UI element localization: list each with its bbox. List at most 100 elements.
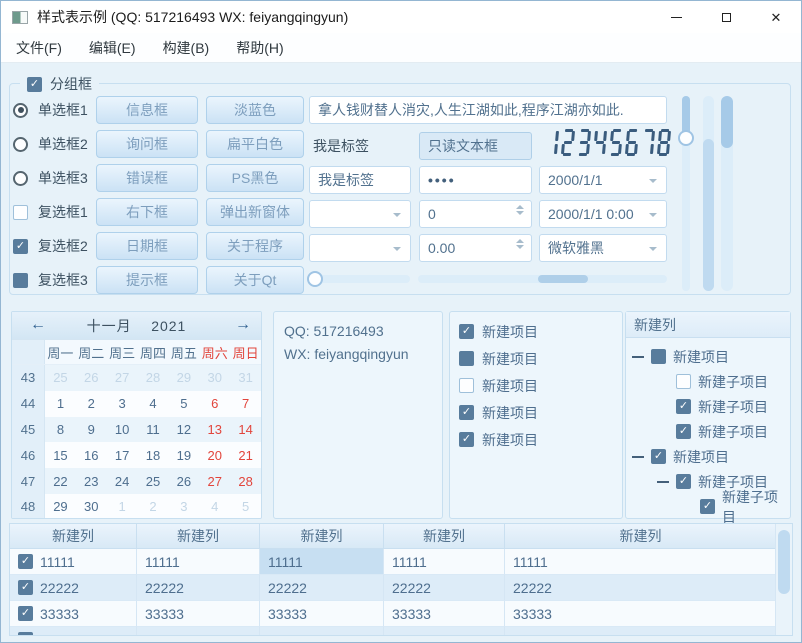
vertical-scrollbar-handle-2[interactable] xyxy=(721,96,733,148)
calendar-day-cell[interactable]: 6 xyxy=(199,391,230,417)
checkbox[interactable] xyxy=(676,474,691,489)
minimize-button[interactable] xyxy=(651,1,701,33)
calendar-day-cell[interactable]: 11 xyxy=(138,417,169,443)
tree-node[interactable]: 新建子项目 xyxy=(626,369,790,394)
calendar-day-cell[interactable]: 28 xyxy=(230,468,261,494)
calendar-day-cell[interactable]: 26 xyxy=(168,468,199,494)
checkbox[interactable] xyxy=(18,580,33,595)
push-button[interactable]: 扁平白色 xyxy=(206,130,304,158)
tree-node[interactable]: 新建项目 xyxy=(626,444,790,469)
calendar-day-cell[interactable]: 3 xyxy=(107,391,138,417)
float-spinbox[interactable]: 0.00 xyxy=(419,234,532,262)
horizontal-slider-handle[interactable] xyxy=(307,271,323,287)
datetime-edit[interactable]: 2000/1/1 0:00 xyxy=(539,200,667,228)
table-cell[interactable]: 22222 xyxy=(137,575,260,601)
calendar-day-cell[interactable]: 13 xyxy=(199,417,230,443)
calendar-day-cell[interactable]: 24 xyxy=(107,468,138,494)
push-button[interactable]: 右下框 xyxy=(96,198,198,226)
table-cell[interactable]: 44444 xyxy=(384,627,505,636)
vertical-scrollbar-handle-1[interactable] xyxy=(703,139,714,291)
table-cell[interactable]: 11111 xyxy=(384,549,505,575)
radio-button[interactable] xyxy=(13,137,28,152)
calendar-day-cell[interactable]: 23 xyxy=(76,468,107,494)
push-button[interactable]: 关于程序 xyxy=(206,232,304,260)
font-combo-box[interactable]: 微软雅黑 xyxy=(539,234,667,262)
collapse-indicator-icon[interactable] xyxy=(632,456,644,458)
push-button[interactable]: 错误框 xyxy=(96,164,198,192)
table-cell[interactable]: 22222 xyxy=(505,575,777,601)
calendar-day-cell[interactable]: 25 xyxy=(45,365,76,391)
push-button[interactable]: 提示框 xyxy=(96,266,198,294)
table-cell[interactable]: 11111 xyxy=(260,549,384,575)
table-cell[interactable]: 44444 xyxy=(137,627,260,636)
table-vertical-scrollbar[interactable] xyxy=(775,524,792,636)
calendar-day-cell[interactable]: 19 xyxy=(168,442,199,468)
table-cell[interactable]: 11111 xyxy=(505,549,777,575)
push-button[interactable]: 日期框 xyxy=(96,232,198,260)
list-item[interactable]: 新建项目 xyxy=(450,372,622,399)
calendar-day-cell[interactable]: 5 xyxy=(168,391,199,417)
table-scrollbar-handle[interactable] xyxy=(778,530,790,594)
groupbox-checkbox[interactable] xyxy=(27,77,42,92)
collapse-indicator-icon[interactable] xyxy=(657,481,669,483)
calendar-day-cell[interactable]: 2 xyxy=(138,494,169,519)
table-column-header[interactable]: 新建列 xyxy=(505,524,777,549)
calendar-day-cell[interactable]: 16 xyxy=(76,442,107,468)
push-button[interactable]: 淡蓝色 xyxy=(206,96,304,124)
table-cell[interactable]: 11111 xyxy=(137,549,260,575)
calendar-day-cell[interactable]: 18 xyxy=(138,442,169,468)
calendar-day-cell[interactable]: 3 xyxy=(168,494,199,519)
calendar-day-cell[interactable]: 9 xyxy=(76,417,107,443)
text-edit[interactable]: QQ: 517216493WX: feiyangqingyun xyxy=(273,311,443,519)
checkbox[interactable] xyxy=(13,239,28,254)
checkbox[interactable] xyxy=(676,399,691,414)
horizontal-slider-track[interactable] xyxy=(315,275,410,283)
calendar-day-cell[interactable]: 20 xyxy=(199,442,230,468)
calendar-day-cell[interactable]: 1 xyxy=(107,494,138,519)
menu-item-1[interactable]: 文件(F) xyxy=(16,38,62,58)
next-month-arrow-icon[interactable]: → xyxy=(235,316,251,334)
calendar-day-cell[interactable]: 29 xyxy=(45,494,76,519)
table-cell[interactable]: 44444 xyxy=(505,627,777,636)
menu-item-2[interactable]: 编辑(E) xyxy=(89,38,136,58)
table-cell[interactable]: 33333 xyxy=(384,601,505,627)
checkbox[interactable] xyxy=(651,449,666,464)
table-cell[interactable]: 33333 xyxy=(260,601,384,627)
push-button[interactable]: 询问框 xyxy=(96,130,198,158)
checkbox[interactable] xyxy=(459,405,474,420)
calendar-day-cell[interactable]: 4 xyxy=(199,494,230,519)
calendar-day-cell[interactable]: 15 xyxy=(45,442,76,468)
checkbox[interactable] xyxy=(676,424,691,439)
checkbox[interactable] xyxy=(459,351,474,366)
calendar-day-cell[interactable]: 21 xyxy=(230,442,261,468)
combo-box-empty-2[interactable] xyxy=(309,234,411,262)
calendar-day-cell[interactable]: 30 xyxy=(76,494,107,519)
calendar-day-cell[interactable]: 29 xyxy=(168,365,199,391)
list-item[interactable]: 新建项目 xyxy=(450,426,622,453)
table-cell[interactable]: 22222 xyxy=(10,575,137,601)
calendar-day-cell[interactable]: 26 xyxy=(76,365,107,391)
calendar-day-cell[interactable]: 14 xyxy=(230,417,261,443)
table-cell[interactable]: 22222 xyxy=(260,575,384,601)
radio-button[interactable] xyxy=(13,103,28,118)
push-button[interactable]: 信息框 xyxy=(96,96,198,124)
checkbox[interactable] xyxy=(651,349,666,364)
tree-node[interactable]: 新建子项目 xyxy=(626,494,790,519)
checkbox[interactable] xyxy=(459,432,474,447)
line-edit[interactable]: 我是标签 xyxy=(309,166,411,194)
list-item[interactable]: 新建项目 xyxy=(450,345,622,372)
combo-box-empty-1[interactable] xyxy=(309,200,411,228)
push-button[interactable]: PS黑色 xyxy=(206,164,304,192)
calendar-day-cell[interactable]: 12 xyxy=(168,417,199,443)
table-cell[interactable]: 22222 xyxy=(384,575,505,601)
calendar-day-cell[interactable]: 10 xyxy=(107,417,138,443)
vertical-slider-handle[interactable] xyxy=(678,130,694,146)
list-item[interactable]: 新建项目 xyxy=(450,318,622,345)
calendar-day-cell[interactable]: 8 xyxy=(45,417,76,443)
checkbox[interactable] xyxy=(18,554,33,569)
spinbox-arrows-icon[interactable] xyxy=(516,239,524,253)
date-edit[interactable]: 2000/1/1 xyxy=(539,166,667,194)
maximize-button[interactable] xyxy=(701,1,751,33)
calendar-day-cell[interactable]: 4 xyxy=(138,391,169,417)
table-cell[interactable]: 33333 xyxy=(505,601,777,627)
